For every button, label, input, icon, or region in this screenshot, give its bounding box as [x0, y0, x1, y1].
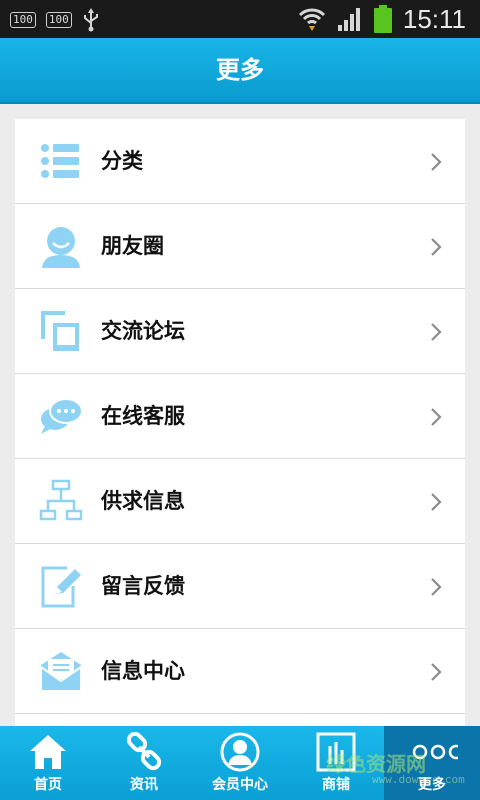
notification-badge-1: 100 [10, 12, 36, 28]
tab-shop[interactable]: 商铺 [288, 726, 384, 800]
wifi-icon [298, 8, 325, 31]
status-left: 100 100 [10, 8, 100, 32]
menu-item-forum[interactable]: 交流论坛 [15, 289, 465, 374]
tab-more[interactable]: 更多 [384, 726, 480, 800]
tab-news[interactable]: 资讯 [96, 726, 192, 800]
menu-item-friends[interactable]: 朋友圈 [15, 204, 465, 289]
chevron-right-icon [431, 663, 442, 681]
menu-item-customer-service[interactable]: 在线客服 [15, 374, 465, 459]
tab-label: 首页 [34, 777, 62, 793]
home-icon [30, 735, 66, 769]
chevron-right-icon [431, 323, 442, 341]
tab-home[interactable]: 首页 [0, 726, 96, 800]
notification-badge-2: 100 [45, 12, 72, 28]
org-chart-icon [39, 479, 83, 521]
more-icon [412, 744, 458, 760]
shop-icon [316, 732, 356, 772]
chevron-right-icon [431, 408, 442, 426]
menu-item-label: 留言反馈 [101, 574, 185, 598]
menu-item-label: 供求信息 [101, 489, 185, 513]
bottom-tab-bar: 首页 资讯 会员中心 商铺 更多 [0, 726, 480, 800]
clock: 15:11 [402, 4, 466, 34]
signal-icon [337, 8, 360, 31]
usb-icon [83, 8, 98, 32]
battery-icon [373, 5, 392, 33]
tab-label: 会员中心 [212, 777, 268, 793]
link-icon [126, 732, 162, 771]
menu-item-label: 信息中心 [101, 659, 185, 683]
menu-item-label: 分类 [101, 149, 143, 173]
menu-item-category[interactable]: 分类 [15, 119, 465, 204]
chat-bubble-icon [41, 398, 83, 434]
menu-item-label: 交流论坛 [101, 319, 185, 343]
member-icon [220, 732, 260, 772]
chevron-right-icon [431, 153, 442, 171]
menu-item-supply-demand[interactable]: 供求信息 [15, 459, 465, 544]
menu-item-info-center[interactable]: 信息中心 [15, 629, 465, 714]
list-icon [41, 144, 79, 178]
chevron-right-icon [431, 578, 442, 596]
tab-label: 资讯 [130, 777, 158, 793]
edit-icon [41, 566, 81, 608]
title-bar: 更多 [0, 38, 480, 104]
menu-item-feedback[interactable]: 留言反馈 [15, 544, 465, 629]
status-right: 15:11 [297, 3, 466, 35]
more-menu-list: 分类 朋友圈 交流论坛 在线客服 供求信息 留言反馈 信息中心 [15, 119, 465, 728]
person-icon [42, 227, 80, 268]
forum-icon [41, 311, 79, 351]
tab-label: 更多 [418, 777, 446, 793]
status-bar: 100 100 15:11 [0, 0, 480, 38]
menu-item-label: 朋友圈 [101, 234, 164, 258]
tab-member-center[interactable]: 会员中心 [192, 726, 288, 800]
page-title: 更多 [216, 56, 264, 84]
chevron-right-icon [431, 493, 442, 511]
chevron-right-icon [431, 238, 442, 256]
menu-item-label: 在线客服 [101, 404, 185, 428]
tab-label: 商铺 [322, 777, 350, 793]
mail-icon [40, 652, 82, 692]
